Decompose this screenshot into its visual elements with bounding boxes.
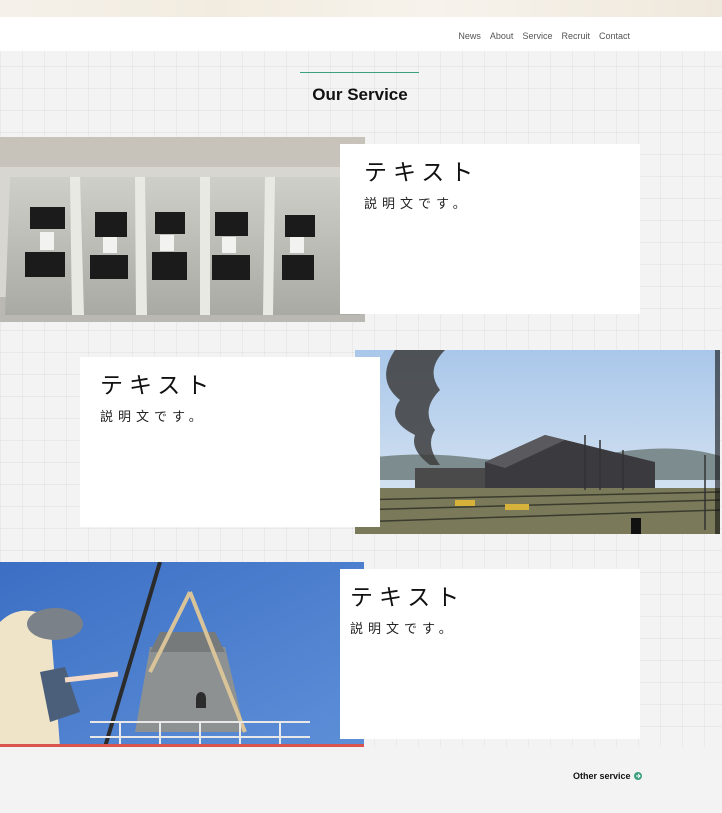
nav-service[interactable]: Service [522, 31, 552, 41]
service-card-1[interactable]: テキスト 説明文です。 [340, 144, 640, 314]
service-image-2 [355, 350, 720, 534]
service-title-3: テキスト [350, 585, 466, 611]
nav-news[interactable]: News [458, 31, 481, 41]
other-service-label: Other service [573, 771, 631, 781]
top-banner-strip [0, 0, 722, 17]
service-description-3: 説明文です。 [350, 622, 457, 637]
section-title: Our Service [312, 85, 408, 104]
service-image-1 [0, 137, 365, 322]
site-header: News About Service Recruit Contact [0, 17, 722, 51]
nav-contact[interactable]: Contact [599, 31, 630, 41]
main-nav: News About Service Recruit Contact [458, 31, 630, 41]
service-card-3[interactable]: テキスト 説明文です。 [340, 569, 640, 739]
service-title-2: テキスト [100, 373, 216, 399]
service-image-3 [0, 562, 364, 747]
arrow-right-icon [633, 772, 642, 780]
other-service-link[interactable]: Other service [573, 771, 642, 781]
service-card-2[interactable]: テキスト 説明文です。 [80, 357, 380, 527]
nav-about[interactable]: About [490, 31, 514, 41]
windmill-photo-icon [0, 562, 364, 747]
service-description-2: 説明文です。 [100, 410, 207, 425]
nav-recruit[interactable]: Recruit [561, 31, 590, 41]
service-title-1: テキスト [364, 160, 480, 186]
electronics-tray-photo-icon [0, 137, 365, 322]
steam-locomotive-photo-icon [355, 350, 720, 534]
section-divider [300, 72, 419, 73]
service-description-1: 説明文です。 [364, 197, 471, 212]
